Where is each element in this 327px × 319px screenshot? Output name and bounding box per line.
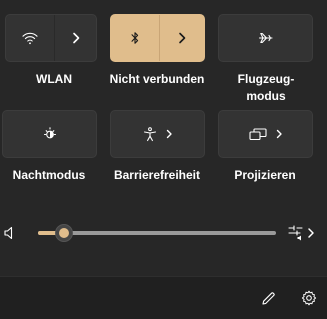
bluetooth-label: Nicht verbunden [109,72,205,86]
airplane-mode-label: Flugzeug- modus [212,71,320,105]
volume-slider[interactable] [38,224,276,242]
volume-slider-thumb-dot [59,228,70,238]
chevron-right-icon [275,129,283,139]
edit-quick-settings-button[interactable] [258,288,278,308]
bluetooth-expand-button[interactable] [160,15,204,61]
night-light-tile[interactable] [2,110,97,158]
sound-output-icon [288,224,306,242]
bluetooth-icon [130,31,140,45]
accessibility-icon [143,126,157,142]
chevron-right-icon [165,129,173,139]
quick-settings-footer [0,276,327,319]
airplane-label-line2: modus [246,89,286,103]
quick-settings-panel: WLAN Nicht verbunden Flugzeug- modus Nac… [0,0,327,319]
settings-button[interactable] [299,288,319,308]
night-light-icon [42,126,58,142]
accessibility-label: Barrierefreiheit [113,168,201,182]
chevron-right-icon [71,32,81,44]
project-icon [248,127,267,141]
airplane-mode-tile[interactable] [218,14,313,62]
night-light-label: Nachtmodus [12,168,86,182]
airplane-label-line1: Flugzeug- [237,72,295,86]
airplane-icon [258,31,274,45]
project-label: Projizieren [234,168,296,182]
accessibility-tile[interactable] [110,110,205,158]
pencil-icon [261,291,276,306]
project-tile[interactable] [218,110,313,158]
speaker-icon [4,226,17,240]
gear-icon [301,290,317,306]
volume-slider-thumb[interactable] [55,224,74,242]
bluetooth-toggle-button[interactable] [111,15,159,61]
chevron-right-icon [307,227,315,239]
wlan-label: WLAN [36,72,72,86]
wifi-icon [22,31,38,45]
sound-output-button[interactable] [288,224,315,242]
wlan-tile [5,14,97,62]
mute-button[interactable] [4,226,17,240]
wlan-toggle-button[interactable] [6,15,54,61]
wlan-expand-button[interactable] [55,15,96,61]
bluetooth-tile [110,14,205,62]
chevron-right-icon [177,32,187,44]
